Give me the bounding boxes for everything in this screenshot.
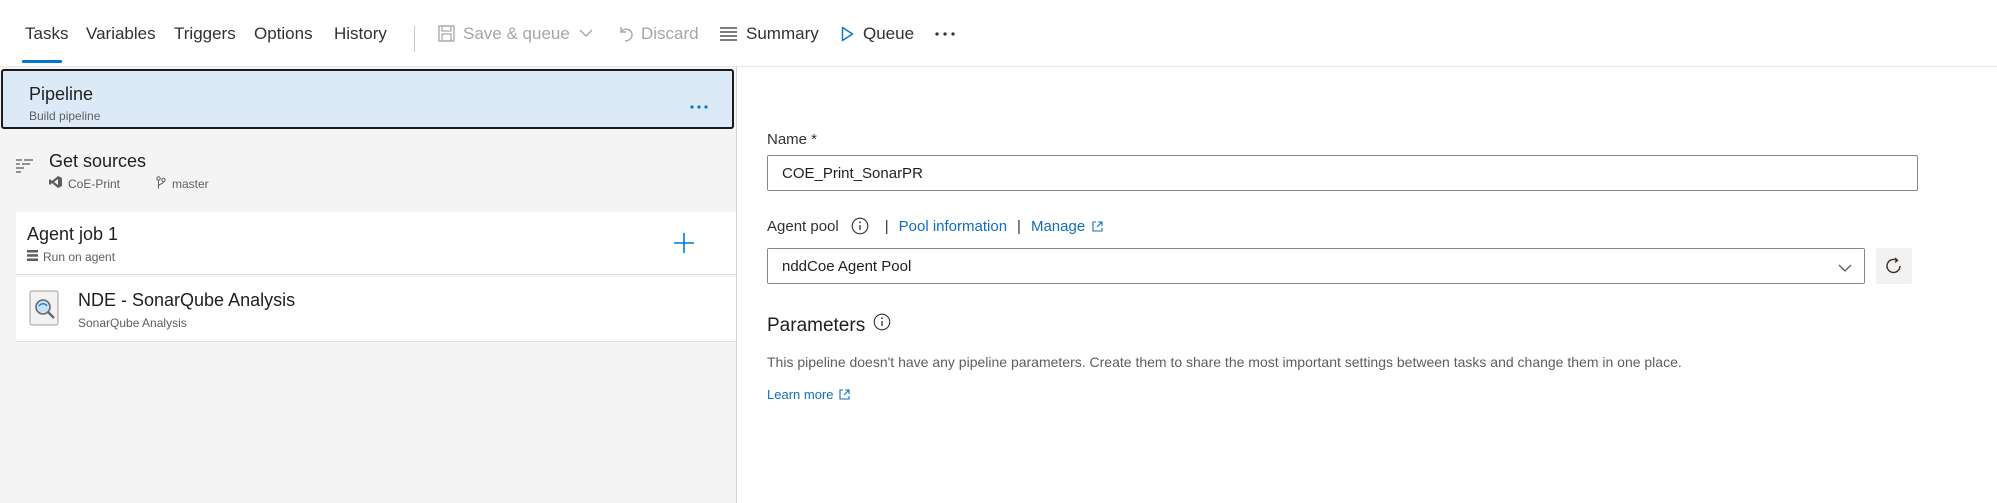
info-icon[interactable] [873,313,891,331]
task-row[interactable]: NDE - SonarQube Analysis SonarQube Analy… [16,277,736,342]
save-icon [438,25,455,42]
sonarqube-icon [29,290,59,326]
manage-link[interactable]: Manage [1031,218,1085,235]
pipeline-properties-panel: Name * Agent pool | Pool information | M… [738,67,1997,503]
plus-icon [674,233,694,258]
parameters-heading: Parameters [767,313,891,337]
discard-button[interactable]: Discard [617,0,699,67]
task-tree-panel: Pipeline Build pipeline Get sources CoE-… [0,67,737,503]
tab-tasks[interactable]: Tasks [25,0,68,67]
play-icon [841,26,854,42]
more-actions-button[interactable] [935,0,955,67]
get-sources-row[interactable]: Get sources CoE-Print master [0,139,736,199]
agent-job-title: Agent job 1 [27,224,119,244]
parameters-description: This pipeline doesn't have any pipeline … [767,354,1682,370]
branch-icon [156,176,166,192]
tab-options-label: Options [254,23,313,43]
agent-pool-dropdown[interactable]: nddCoe Agent Pool [767,248,1865,284]
pool-information-link[interactable]: Pool information [899,218,1007,235]
tab-triggers[interactable]: Triggers [174,0,236,67]
learn-more-link[interactable]: Learn more [767,387,851,402]
pipeline-more-button[interactable] [686,87,712,109]
refresh-button[interactable] [1876,248,1912,284]
parameters-title: Parameters [767,315,866,336]
tab-triggers-label: Triggers [174,23,236,43]
pipeline-subtitle: Build pipeline [29,109,101,123]
tab-history-label: History [334,23,387,43]
save-queue-button[interactable]: Save & queue [438,0,593,67]
summary-button[interactable]: Summary [720,0,819,67]
tab-history[interactable]: History [334,0,387,67]
agent-job-subtitle: Run on agent [43,250,116,264]
repo-info: CoE-Print [49,176,120,191]
pipeline-title: Pipeline [29,84,94,104]
ellipsis-icon [935,31,955,36]
agent-job-subtitle-line: Run on agent [27,250,115,264]
agent-pool-label: Agent pool [767,217,839,235]
toolbar-divider [414,26,415,52]
external-link-icon [1092,220,1103,232]
get-sources-title: Get sources [49,151,147,171]
agent-pool-value: nddCoe Agent Pool [782,257,912,275]
active-tab-indicator [22,60,62,63]
chevron-down-icon [1838,260,1852,277]
agent-job-row[interactable]: Agent job 1 Run on agent [16,212,736,275]
summary-label: Summary [746,23,819,43]
save-queue-label: Save & queue [463,23,570,43]
queue-button[interactable]: Queue [841,0,914,67]
tab-tasks-label: Tasks [25,23,69,43]
branch-info: master [156,176,209,192]
info-icon[interactable] [851,217,869,235]
pipeline-row[interactable]: Pipeline Build pipeline [1,69,734,129]
get-sources-icon [16,159,33,178]
external-link-icon [839,389,851,400]
learn-more-label: Learn more [767,387,834,402]
chevron-down-icon [579,29,593,38]
task-title: NDE - SonarQube Analysis [78,290,296,310]
refresh-icon [1884,256,1904,276]
agent-pool-label-row: Agent pool | Pool information | Manage [767,215,1103,237]
pipeline-name-input[interactable] [767,155,1918,191]
separator: | [884,217,889,235]
discard-label: Discard [641,23,699,43]
undo-icon [617,25,634,42]
tab-options[interactable]: Options [254,0,313,67]
queue-label: Queue [863,23,915,43]
separator: | [1017,217,1021,235]
add-task-button[interactable] [671,230,697,256]
list-icon [720,26,737,41]
visual-studio-icon [49,176,62,191]
name-label: Name * [767,131,818,148]
ellipsis-icon [690,96,708,114]
tab-variables-label: Variables [86,23,156,43]
task-subtitle: SonarQube Analysis [78,316,187,330]
repo-name: CoE-Print [68,176,121,191]
tab-variables[interactable]: Variables [86,0,156,67]
branch-name: master [172,177,209,191]
agent-icon [27,250,38,264]
toolbar: Tasks Variables Triggers Options History… [0,0,1997,67]
